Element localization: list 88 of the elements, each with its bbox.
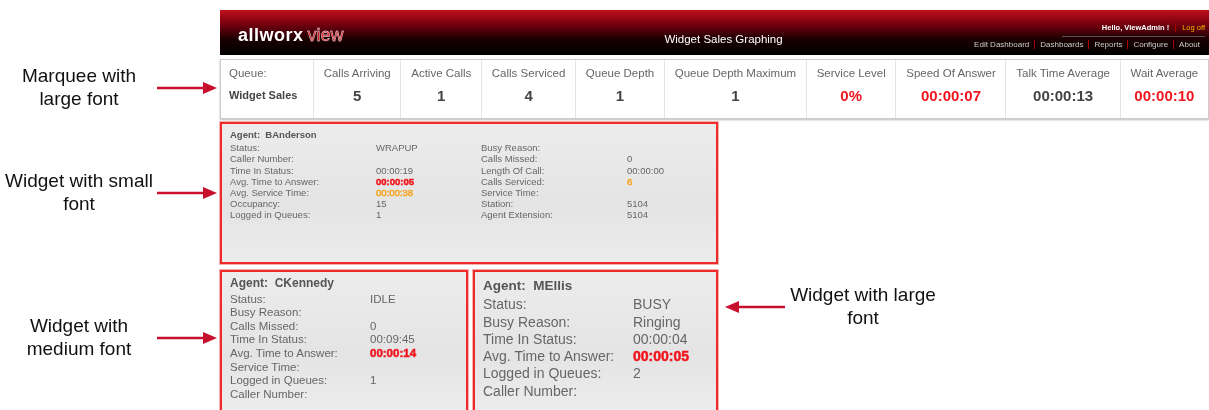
logo-text: view bbox=[307, 25, 344, 46]
field-label: Status: bbox=[483, 296, 527, 314]
field-label: Station: bbox=[481, 198, 514, 210]
agent-name: Agent: MEllis bbox=[483, 277, 574, 295]
field-label: Caller Number: bbox=[483, 382, 578, 401]
field-label: Avg. Time to Answer: bbox=[483, 348, 615, 366]
field-value: 6 bbox=[627, 175, 633, 187]
field-value: 5104 bbox=[627, 198, 649, 210]
window-title: Widget Sales Graphing bbox=[663, 33, 784, 47]
metric-value: 00:00:10 bbox=[1134, 87, 1195, 104]
callout-text: Marquee with large font bbox=[20, 65, 138, 111]
field-value: 00:00:00 bbox=[627, 164, 664, 176]
field-label: Status: bbox=[230, 292, 266, 307]
field-label: Logged in Queues: bbox=[230, 209, 311, 221]
field-label: Avg. Time to Answer: bbox=[230, 346, 338, 361]
field-value: 5104 bbox=[627, 209, 649, 221]
nav-link[interactable]: Edit Dashboard bbox=[969, 40, 1035, 49]
metric-value: 00:00:07 bbox=[920, 87, 981, 104]
field-value: 00:00:04 bbox=[633, 330, 688, 349]
field-label: Calls Missed: bbox=[230, 319, 299, 334]
field-label: Length Of Call: bbox=[481, 164, 545, 176]
metric-value: 00:00:13 bbox=[1033, 87, 1094, 104]
field-label: Time In Status: bbox=[483, 330, 577, 349]
field-value: BUSY bbox=[633, 296, 672, 314]
callout-text: Widget with small font bbox=[5, 169, 153, 216]
field-label: Avg. Time to Answer: bbox=[230, 175, 320, 187]
field-value: 00:09:45 bbox=[370, 333, 415, 347]
field-label: Caller Number: bbox=[230, 153, 294, 165]
field-value: IDLE bbox=[370, 292, 396, 307]
nav-link[interactable]: Configure bbox=[1127, 40, 1174, 49]
nav-link[interactable]: Reports bbox=[1088, 40, 1128, 49]
field-label: Occupancy: bbox=[230, 198, 281, 210]
column-heading: Talk Time Average bbox=[1016, 67, 1110, 79]
field-value: 0 bbox=[370, 319, 377, 334]
column-heading: Active Calls bbox=[411, 67, 472, 79]
column-heading: Wait Average bbox=[1130, 67, 1199, 79]
metric-value: 4 bbox=[524, 87, 533, 104]
field-label: Calls Missed: bbox=[481, 153, 538, 165]
agent-name: Agent: BAnderson bbox=[230, 129, 318, 141]
arrow bbox=[725, 300, 785, 313]
field-label: Busy Reason: bbox=[230, 306, 302, 320]
arrow bbox=[157, 331, 217, 344]
column-heading: Calls Arriving bbox=[323, 67, 391, 79]
field-label: Logged in Queues: bbox=[230, 374, 328, 388]
field-label: Time In Status: bbox=[230, 164, 294, 176]
metric-value: 0% bbox=[840, 87, 863, 104]
field-label: Service Time: bbox=[481, 187, 539, 199]
field-label: Agent Extension: bbox=[481, 209, 553, 221]
field-value: 00:00:05 bbox=[376, 175, 415, 187]
field-label: Logged in Queues: bbox=[483, 365, 602, 383]
metric-value: 1 bbox=[437, 87, 446, 104]
field-value: 1 bbox=[370, 374, 377, 388]
nav-link[interactable]: About bbox=[1173, 40, 1205, 49]
field-value: 2 bbox=[633, 365, 641, 383]
field-label: Status: bbox=[230, 142, 260, 154]
field-label: Busy Reason: bbox=[483, 313, 571, 331]
nav-link[interactable]: Dashboards bbox=[1034, 40, 1089, 49]
metric-value: 5 bbox=[353, 87, 362, 104]
column-heading: Service Level bbox=[816, 67, 886, 79]
queue-name: Widget Sales bbox=[229, 89, 298, 101]
field-label: Service Time: bbox=[230, 360, 300, 375]
field-value: 00:00:38 bbox=[376, 187, 413, 199]
field-value: WRAPUP bbox=[376, 142, 418, 154]
logo-text: allworx bbox=[238, 25, 304, 46]
field-value: Ringing bbox=[633, 313, 681, 331]
field-label: Caller Number: bbox=[230, 387, 308, 402]
column-heading: Queue: bbox=[229, 67, 267, 79]
metric-value: 1 bbox=[731, 87, 740, 104]
arrow bbox=[157, 186, 217, 199]
field-value: 00:00:05 bbox=[633, 348, 690, 366]
arrow bbox=[157, 82, 217, 94]
agent-name: Agent: CKennedy bbox=[230, 277, 335, 291]
callout-text: Widget with large font bbox=[789, 284, 937, 330]
field-label: Busy Reason: bbox=[481, 142, 541, 154]
field-value: 00:00:19 bbox=[376, 164, 413, 176]
metric-value: 1 bbox=[615, 87, 625, 104]
column-heading: Calls Serviced bbox=[491, 67, 566, 79]
field-value: 0 bbox=[627, 153, 633, 165]
callout-text: Widget with medium font bbox=[25, 314, 133, 361]
field-value: 1 bbox=[376, 209, 382, 221]
field-value: 00:00:14 bbox=[370, 346, 417, 361]
column-heading: Speed Of Answer bbox=[906, 67, 996, 79]
field-label: Avg. Service Time: bbox=[230, 187, 310, 199]
field-value: 15 bbox=[376, 198, 387, 210]
column-heading: Queue Depth bbox=[585, 67, 655, 79]
column-heading: Queue Depth Maximum bbox=[674, 67, 797, 79]
field-label: Time In Status: bbox=[230, 333, 307, 347]
field-label: Calls Serviced: bbox=[481, 175, 545, 187]
